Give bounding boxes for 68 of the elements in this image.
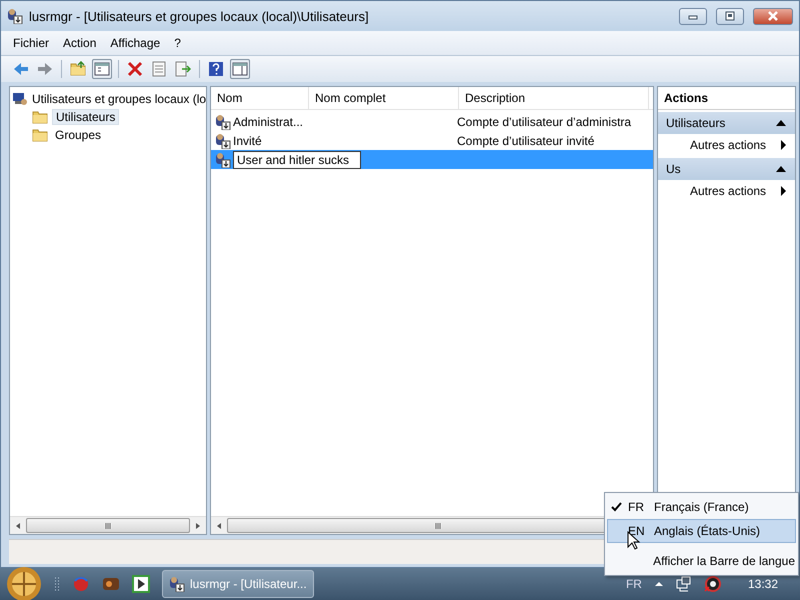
- maximize-icon: [723, 10, 737, 22]
- menu-item[interactable]: Affichage: [104, 33, 166, 53]
- scroll-right-icon[interactable]: [194, 520, 202, 530]
- user-icon: [169, 576, 185, 592]
- player-icon[interactable]: [132, 575, 150, 593]
- export-icon[interactable]: [175, 61, 191, 77]
- window-title: lusrmgr - [Utilisateurs et groupes locaux (local)\Utilisateurs]: [29, 8, 370, 24]
- properties-icon[interactable]: [151, 61, 167, 77]
- table-row[interactable]: Invité Compte d’utilisateur invité: [211, 131, 653, 150]
- table-cell: Compte d’utilisateur d’administra: [457, 114, 632, 128]
- tree-pane-icon[interactable]: [94, 61, 110, 77]
- scroll-left-icon[interactable]: [215, 520, 223, 530]
- table-cell: Administrat...: [233, 114, 304, 128]
- submenu-arrow-icon: [780, 139, 787, 151]
- table-row[interactable]: User and hitler sucks: [211, 150, 653, 169]
- collapse-icon: [775, 165, 787, 173]
- grip-icon: [435, 522, 441, 530]
- actions-heading: Actions: [658, 87, 795, 110]
- action-item[interactable]: Autres actions: [658, 180, 795, 202]
- folder-icon: [32, 109, 48, 125]
- menu-item[interactable]: ?: [168, 33, 187, 53]
- language-indicator[interactable]: FR: [626, 577, 642, 591]
- user-icon: [215, 152, 231, 168]
- menu-item[interactable]: FR Français (France): [607, 495, 796, 519]
- menu-item[interactable]: Fichier: [7, 33, 56, 53]
- table-row[interactable]: Administrat... Compte d’utilisateur d’administra: [211, 112, 653, 131]
- minimize-button[interactable]: [679, 8, 707, 24]
- volume-muted-icon[interactable]: [704, 575, 722, 593]
- app-icon: [7, 8, 23, 24]
- menu-item[interactable]: Action: [57, 33, 102, 53]
- actions-section-header[interactable]: Utilisateurs: [658, 112, 795, 134]
- tree-item[interactable]: Utilisateurs: [52, 109, 120, 125]
- scrollbar-thumb[interactable]: [26, 518, 190, 533]
- clock[interactable]: 13:32: [734, 577, 800, 591]
- table-cell: Invité: [233, 134, 262, 148]
- table-cell: Compte d’utilisateur invité: [457, 134, 594, 148]
- checkmark-icon: [610, 502, 622, 512]
- collapse-icon: [775, 119, 787, 127]
- user-icon: [215, 114, 231, 130]
- close-button[interactable]: [753, 8, 793, 24]
- action-pane-icon[interactable]: [232, 61, 248, 77]
- close-icon: [766, 10, 780, 22]
- back-arrow-icon[interactable]: [13, 61, 29, 77]
- start-orb-icon[interactable]: [6, 566, 42, 600]
- column-header[interactable]: Nom complet: [309, 87, 459, 109]
- menu-item[interactable]: Afficher la Barre de langue: [607, 549, 796, 573]
- user-icon: [215, 132, 231, 148]
- rename-field[interactable]: User and hitler sucks: [233, 150, 361, 168]
- action-item[interactable]: Autres actions: [658, 134, 795, 156]
- forward-arrow-icon[interactable]: [37, 61, 53, 77]
- delete-icon[interactable]: [127, 61, 143, 77]
- folder-up-icon[interactable]: [70, 61, 86, 77]
- media-icon[interactable]: [102, 575, 120, 593]
- computer-icon: [12, 92, 28, 106]
- column-header[interactable]: Nom: [211, 87, 309, 109]
- maximize-button[interactable]: [716, 8, 744, 24]
- tree-item[interactable]: Groupes: [52, 128, 104, 142]
- submenu-arrow-icon: [780, 185, 787, 197]
- show-hidden-icons[interactable]: [654, 580, 664, 588]
- help-icon[interactable]: [208, 61, 224, 77]
- grip-icon: [105, 522, 111, 530]
- tree-item[interactable]: Utilisateurs et groupes locaux (lo: [32, 92, 206, 106]
- network-icon[interactable]: [676, 576, 692, 592]
- folder-icon: [32, 127, 48, 143]
- scroll-left-icon[interactable]: [14, 520, 22, 530]
- column-header[interactable]: Description: [459, 87, 649, 109]
- actions-section-header[interactable]: Us: [658, 158, 795, 180]
- grip-icon: [54, 576, 60, 592]
